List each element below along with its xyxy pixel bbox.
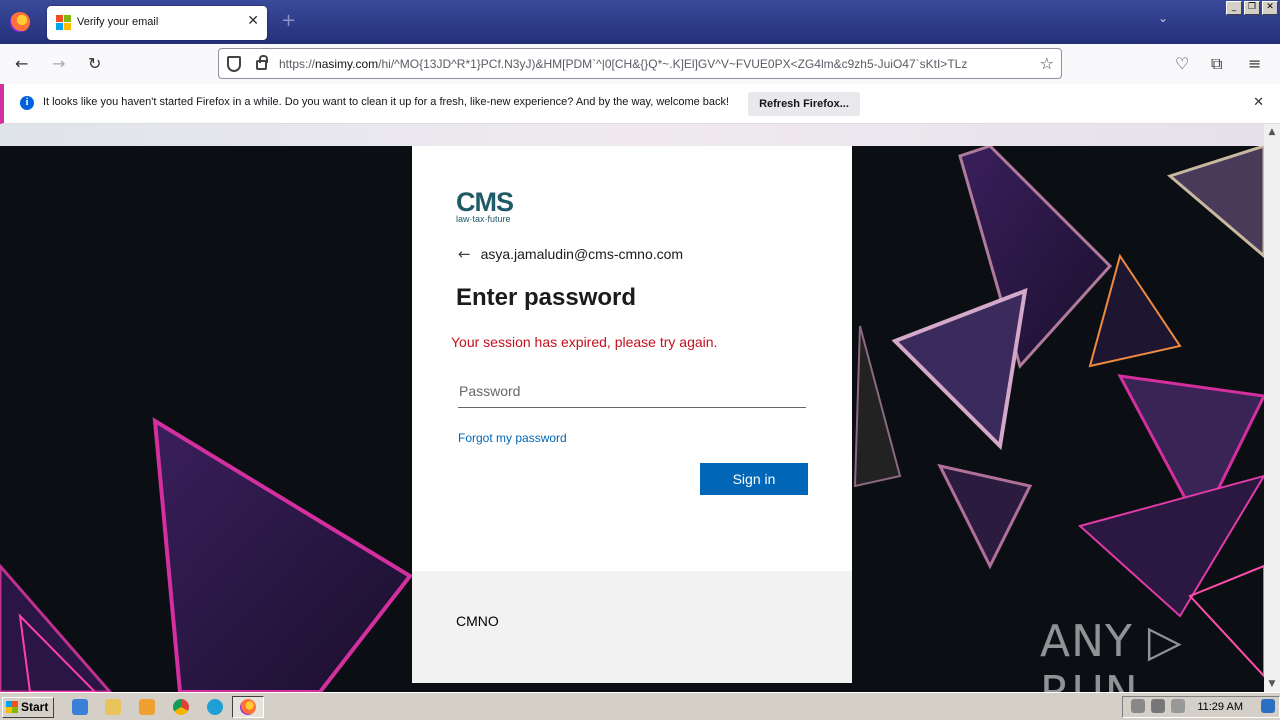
page-top-strip [0,124,1264,146]
forgot-password-link[interactable]: Forgot my password [458,431,567,445]
notification-bar: i It looks like you haven't started Fire… [0,84,1280,124]
cms-logo: CMS law·tax·future [456,187,514,224]
flag-icon[interactable] [1171,699,1185,713]
tab-verify-email[interactable]: Verify your email ✕ [47,6,267,40]
folder-icon[interactable] [105,699,121,715]
user-email: asya.jamaludin@cms-cmno.com [480,246,684,262]
identity-row: ← asya.jamaludin@cms-cmno.com [458,245,683,263]
tab-title: Verify your email [77,16,159,28]
system-tray: 11:29 AM [1122,696,1280,718]
edge-icon[interactable] [207,699,223,715]
back-icon[interactable]: ← [15,54,28,73]
taskbar-firefox-button[interactable] [232,696,264,718]
logo-text: CMS [456,187,514,217]
url-bar[interactable]: https://nasimy.com/hi/^MO{13JD^R*1}PCf.N… [218,48,1062,79]
notification-text: It looks like you haven't started Firefo… [43,96,730,108]
start-button[interactable]: Start [2,697,54,718]
login-card: CMS law·tax·future ← asya.jamaludin@cms-… [412,146,852,683]
logo-tagline: law·tax·future [456,214,511,224]
footer-text: CMNO [456,613,499,629]
lock-icon[interactable] [256,55,268,70]
vertical-scrollbar[interactable]: ▲ ▼ [1264,124,1280,692]
chevron-down-icon[interactable]: ⌄ [1158,11,1168,25]
minimize-icon[interactable]: _ [1226,1,1242,15]
microsoft-icon [56,15,72,31]
pocket-icon[interactable]: ♡ [1175,54,1189,73]
nav-bar: ← → ↻ https://nasimy.com/hi/^MO{13JD^R*1… [0,44,1280,84]
info-icon: i [20,96,34,110]
bookmark-star-icon[interactable]: ☆ [1040,54,1054,73]
url-text[interactable]: https://nasimy.com/hi/^MO{13JD^R*1}PCf.N… [279,57,1039,71]
ie-icon[interactable] [72,699,88,715]
error-message: Your session has expired, please try aga… [451,334,718,350]
volume-icon[interactable] [1131,699,1145,713]
start-label: Start [21,700,49,714]
restore-icon[interactable]: ❐ [1244,1,1260,15]
close-icon[interactable]: ✕ [1253,95,1264,110]
close-window-icon[interactable]: ✕ [1262,1,1278,15]
new-tab-icon[interactable]: + [281,10,296,31]
chrome-icon[interactable] [173,699,189,715]
forward-icon[interactable]: → [52,54,65,73]
taskbar: Start 11:29 AM [0,692,1280,720]
show-desktop-icon[interactable] [1261,699,1275,713]
network-icon[interactable] [1151,699,1165,713]
firefox-icon[interactable] [10,12,30,32]
windows-icon [6,701,18,713]
reload-icon[interactable]: ↻ [88,54,101,73]
tab-strip: Verify your email ✕ + ⌄ _ ❐ ✕ [0,0,1280,44]
password-input[interactable] [458,374,806,408]
scroll-up-icon[interactable]: ▲ [1264,124,1280,140]
media-player-icon[interactable] [139,699,155,715]
window-controls: _ ❐ ✕ [1226,1,1278,15]
extensions-icon[interactable]: ⧉ [1211,54,1222,74]
back-arrow-icon[interactable]: ← [458,245,471,263]
sign-in-button[interactable]: Sign in [700,463,808,495]
clock: 11:29 AM [1197,701,1243,713]
shield-icon[interactable] [227,56,241,72]
close-tab-icon[interactable]: ✕ [247,13,259,29]
menu-icon[interactable]: ≡ [1248,54,1261,73]
refresh-firefox-button[interactable]: Refresh Firefox... [748,92,860,116]
page-title: Enter password [456,284,637,311]
card-footer: CMNO [412,571,852,683]
firefox-taskbar-icon [240,699,256,715]
